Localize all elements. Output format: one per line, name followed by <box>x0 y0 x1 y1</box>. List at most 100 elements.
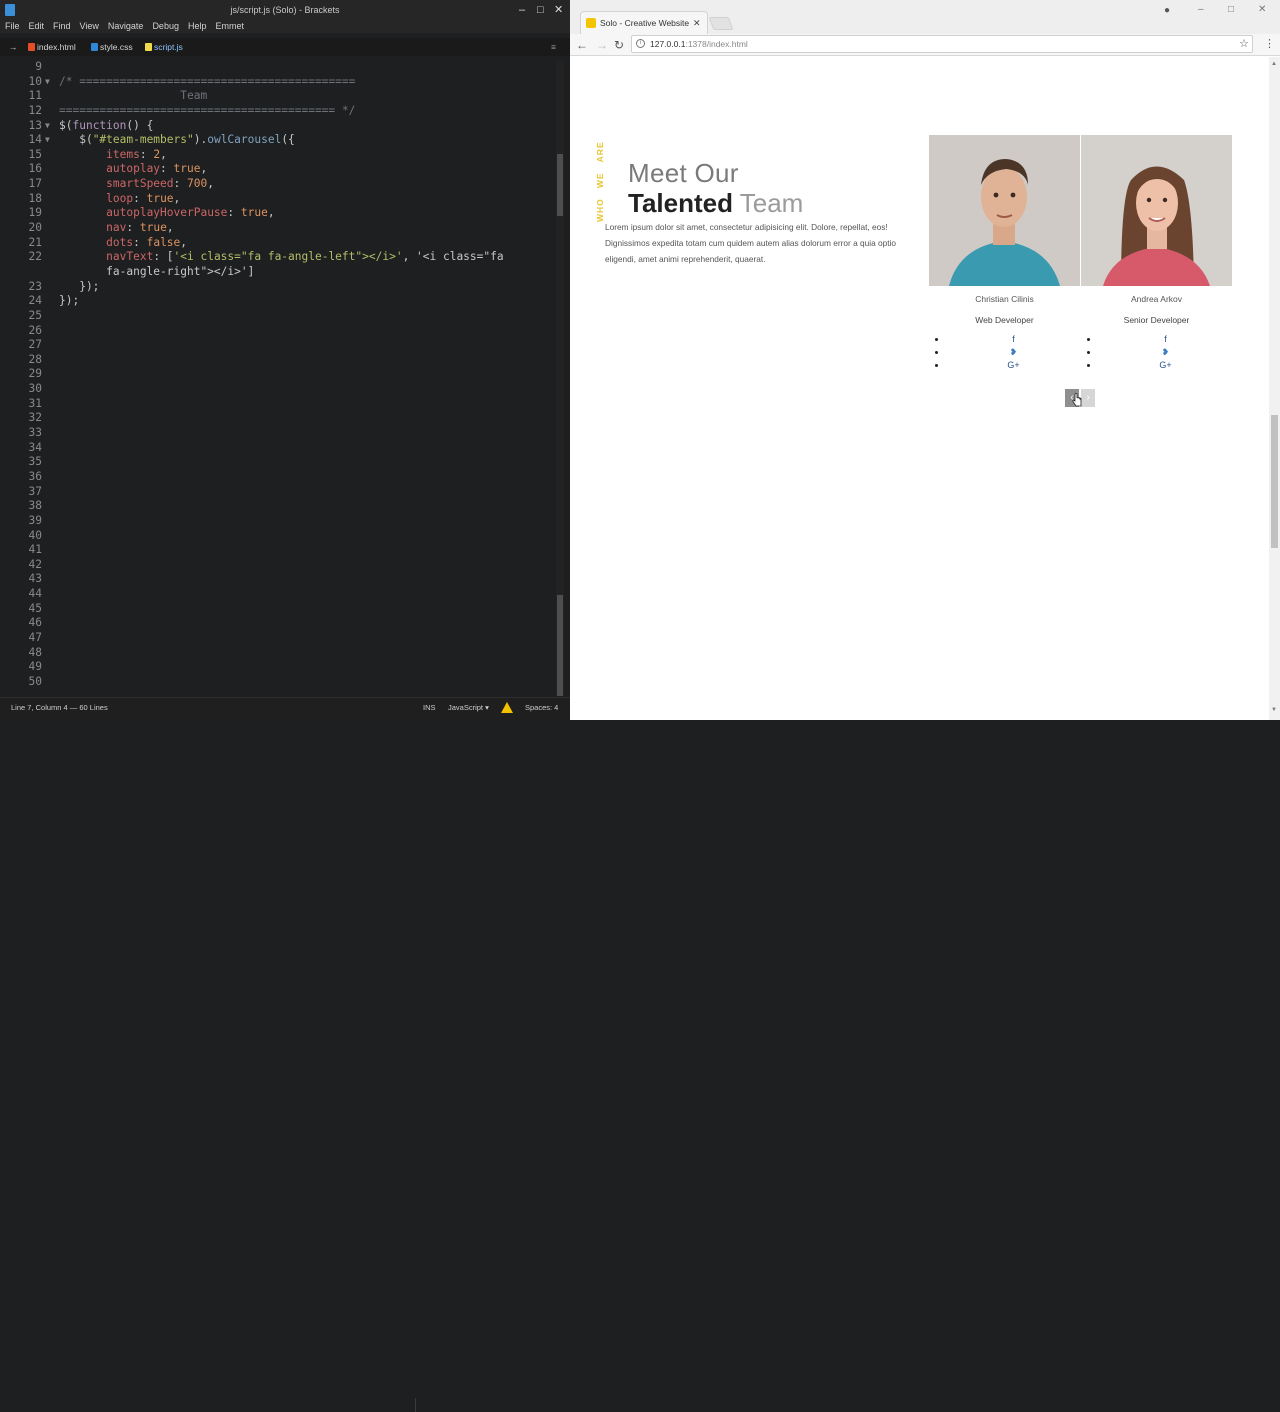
code-line[interactable]: 10 ▼ /* ==================================… <box>0 75 555 90</box>
code-line[interactable]: 18 loop: true, <box>0 192 555 207</box>
insert-mode[interactable]: INS <box>423 698 436 718</box>
code-line[interactable]: 41 <box>0 543 555 558</box>
code-line[interactable]: 24}); <box>0 294 555 309</box>
editor-scroll-thumb-lower[interactable] <box>557 595 563 696</box>
tab-index-html[interactable]: index.html <box>27 38 76 56</box>
tab-style-css[interactable]: style.css <box>90 38 133 56</box>
scroll-up-icon[interactable]: ▲ <box>1271 61 1277 67</box>
code-line[interactable]: 38 <box>0 499 555 514</box>
google-plus-icon[interactable]: G+ <box>1099 360 1232 373</box>
editor-scroll-thumb[interactable] <box>557 154 563 216</box>
fold-marker-icon[interactable]: ▼ <box>45 75 50 90</box>
code-line[interactable]: 39 <box>0 514 555 529</box>
code-line[interactable]: 12 ======================================… <box>0 104 555 119</box>
language-select[interactable]: JavaScript ▾ <box>448 698 489 718</box>
bookmark-star-icon[interactable]: ☆ <box>1239 36 1249 52</box>
menu-navigate[interactable]: Navigate <box>108 19 144 33</box>
code-line[interactable]: 43 <box>0 572 555 587</box>
facebook-icon[interactable]: f <box>1099 334 1232 347</box>
code-text: Team <box>59 89 208 103</box>
code-line[interactable]: 31 <box>0 397 555 412</box>
tab-script-js[interactable]: script.js <box>144 38 183 56</box>
code-line[interactable]: 23 }); <box>0 280 555 295</box>
close-tab-icon[interactable]: ✕ <box>693 12 701 34</box>
code-line[interactable]: 33 <box>0 426 555 441</box>
forward-arrow-icon[interactable]: → <box>596 37 608 53</box>
site-info-icon[interactable]: i <box>636 39 645 48</box>
back-arrow-icon[interactable]: ← <box>576 37 588 53</box>
code-line[interactable]: 16 autoplay: true, <box>0 162 555 177</box>
twitter-icon[interactable]: ❥ <box>1099 347 1232 360</box>
code-line[interactable]: fa-angle-right"></i>'] <box>0 265 555 280</box>
menu-find[interactable]: Find <box>53 19 71 33</box>
code-line[interactable]: 27 <box>0 338 555 353</box>
code-line[interactable]: 48 <box>0 646 555 661</box>
line-number: 25 <box>28 308 42 322</box>
code-line[interactable]: 37 <box>0 485 555 500</box>
tab-menu-icon[interactable]: ≡ <box>551 38 556 56</box>
code-line[interactable]: 14 ▼ $("#team-members").owlCarousel({ <box>0 133 555 148</box>
menu-view[interactable]: View <box>80 19 99 33</box>
code-line[interactable]: 19 autoplayHoverPause: true, <box>0 206 555 221</box>
new-tab-button[interactable] <box>708 17 734 30</box>
address-bar[interactable]: i 127.0.0.1:1378/index.html ☆ <box>631 35 1253 53</box>
code-line[interactable]: 22 navText: ['<i class="fa fa-angle-left… <box>0 250 555 265</box>
minimize-icon[interactable]: – <box>519 0 525 20</box>
code-line[interactable]: 9 <box>0 60 555 75</box>
maximize-icon[interactable]: □ <box>1228 4 1234 15</box>
code-line[interactable]: 47 <box>0 631 555 646</box>
google-plus-icon[interactable]: G+ <box>947 360 1080 373</box>
code-line[interactable]: 20 nav: true, <box>0 221 555 236</box>
code-line[interactable]: 40 <box>0 529 555 544</box>
code-line[interactable]: 11 Team <box>0 89 555 104</box>
minimize-icon[interactable]: – <box>1198 4 1204 15</box>
code-line[interactable]: 34 <box>0 441 555 456</box>
fold-marker-icon[interactable]: ▼ <box>45 119 50 134</box>
code-line[interactable]: 29 <box>0 367 555 382</box>
browser-menu-icon[interactable]: ⋮ <box>1264 37 1275 50</box>
team-carousel[interactable]: Christian Cilinis Web Developer f ❥ G+ <box>929 135 1232 395</box>
fold-marker-icon[interactable]: ▼ <box>45 133 50 148</box>
code-line[interactable]: 50 <box>0 675 555 690</box>
user-profile-icon[interactable]: ● <box>1164 5 1174 16</box>
code-line[interactable]: 13 ▼ $(function() { <box>0 119 555 134</box>
code-line[interactable]: 42 <box>0 558 555 573</box>
linter-warning-icon[interactable] <box>501 702 513 713</box>
code-line[interactable]: 25 <box>0 309 555 324</box>
browser-tab-active[interactable]: Solo - Creative Website ✕ <box>580 11 708 34</box>
editor-scrollbar[interactable] <box>556 60 564 696</box>
indent-setting[interactable]: Spaces: 4 <box>525 698 558 718</box>
code-line[interactable]: 32 <box>0 411 555 426</box>
carousel-next-button[interactable]: › <box>1081 389 1095 407</box>
code-line[interactable]: 46 <box>0 616 555 631</box>
code-line[interactable]: 28 <box>0 353 555 368</box>
reload-icon[interactable]: ↻ <box>614 37 624 53</box>
code-line[interactable]: 36 <box>0 470 555 485</box>
code-editor-area[interactable]: 9 10 ▼/* =================================… <box>0 60 555 696</box>
code-line[interactable]: 17 smartSpeed: 700, <box>0 177 555 192</box>
menu-debug[interactable]: Debug <box>152 19 179 33</box>
line-number: 41 <box>28 543 42 557</box>
menu-help[interactable]: Help <box>188 19 207 33</box>
code-line[interactable]: 45 <box>0 602 555 617</box>
working-files-arrow-icon[interactable]: → <box>9 38 18 56</box>
code-line[interactable]: 44 <box>0 587 555 602</box>
facebook-icon[interactable]: f <box>947 334 1080 347</box>
scroll-down-icon[interactable]: ▼ <box>1271 707 1277 713</box>
menu-file[interactable]: File <box>5 19 20 33</box>
twitter-icon[interactable]: ❥ <box>947 347 1080 360</box>
menu-emmet[interactable]: Emmet <box>215 19 244 33</box>
maximize-icon[interactable]: □ <box>537 0 544 20</box>
code-line[interactable]: 35 <box>0 455 555 470</box>
code-line[interactable]: 26 <box>0 324 555 339</box>
hand-cursor-icon <box>1072 393 1082 407</box>
code-line[interactable]: 30 <box>0 382 555 397</box>
page-scrollbar[interactable]: ▲ ▼ <box>1269 57 1280 720</box>
code-line[interactable]: 15 items: 2, <box>0 148 555 163</box>
close-icon[interactable]: ✕ <box>554 0 563 20</box>
close-window-icon[interactable]: ✕ <box>1258 4 1266 15</box>
code-line[interactable]: 21 dots: false, <box>0 236 555 251</box>
code-line[interactable]: 49 <box>0 660 555 675</box>
page-scroll-thumb[interactable] <box>1271 415 1278 548</box>
menu-edit[interactable]: Edit <box>29 19 45 33</box>
